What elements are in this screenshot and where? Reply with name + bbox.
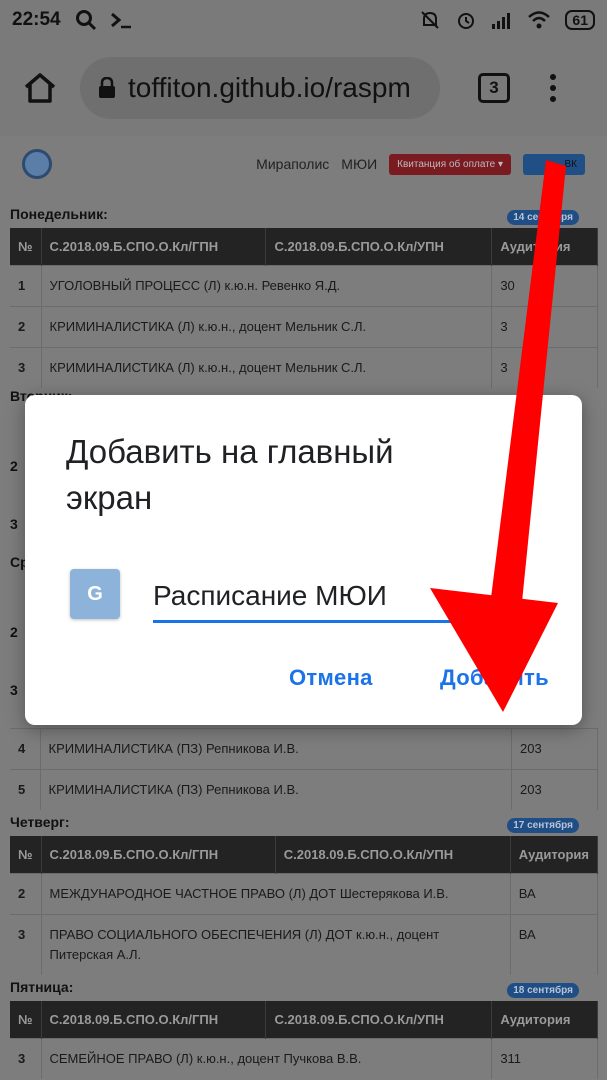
day-title-thursday: Четверг:: [10, 814, 70, 830]
row-num: 2: [10, 458, 18, 474]
battery-icon: 61: [565, 10, 595, 30]
table-row: 1 УГОЛОВНЫЙ ПРОЦЕСС (Л) к.ю.н. Ревенко Я…: [10, 265, 598, 307]
dialog-title: Добавить на главный экран: [66, 433, 394, 516]
table-row: 3 ПРАВО СОЦИАЛЬНОГО ОБЕСПЕЧЕНИЯ (Л) ДОТ …: [10, 914, 599, 975]
vk-button[interactable]: ВК: [523, 153, 585, 175]
app-icon: G: [70, 569, 120, 619]
date-badge-monday: 14 сентября: [507, 210, 579, 225]
day-title-friday: Пятница:: [10, 979, 74, 995]
header-group2: С.2018.09.Б.СПО.О.Кл/УПН: [275, 836, 511, 874]
header-group2: С.2018.09.Б.СПО.О.Кл/УПН: [265, 1001, 493, 1039]
alarm-icon: [458, 13, 475, 29]
header-room: Аудитория: [491, 228, 598, 266]
header-num: №: [10, 228, 42, 266]
signal-icon: [492, 13, 511, 29]
site-nav: Мираполис МЮИ Квитанция об оплате ▾ ВК: [0, 136, 607, 192]
schedule-table-thursday: № С.2018.09.Б.СПО.О.Кл/ГПН С.2018.09.Б.С…: [10, 836, 599, 975]
address-bar[interactable]: toffiton.github.io/raspm: [80, 57, 440, 119]
schedule-table-wednesday: 4 КРИМИНАЛИСТИКА (ПЗ) Репникова И.В. 203…: [10, 728, 598, 810]
search-icon: [75, 10, 96, 31]
table-row: 2 КРИМИНАЛИСТИКА (Л) к.ю.н., доцент Мель…: [10, 306, 598, 348]
lock-icon: [99, 77, 115, 98]
tabs-button[interactable]: 3: [478, 73, 510, 103]
row-num: 3: [10, 682, 18, 698]
url-text: toffiton.github.io/raspm: [128, 72, 411, 103]
date-badge-friday: 18 сентября: [507, 983, 579, 998]
shortcut-name-input[interactable]: [153, 567, 463, 623]
status-time: 22:54: [12, 9, 61, 30]
header-room: Аудитория: [510, 836, 599, 874]
header-group1: С.2018.09.Б.СПО.О.Кл/ГПН: [41, 836, 276, 874]
home-icon: [24, 73, 56, 103]
header-num: №: [10, 836, 42, 874]
nav-link-mui[interactable]: МЮИ: [341, 156, 377, 172]
table-row: 5 КРИМИНАЛИСТИКА (ПЗ) Репникова И.В. 203: [10, 769, 598, 810]
add-to-home-dialog: Добавить на главный экран G Отмена Добав…: [25, 395, 582, 725]
browser-toolbar: toffiton.github.io/raspm 3: [0, 40, 607, 136]
table-row: 2 МЕЖДУНАРОДНОЕ ЧАСТНОЕ ПРАВО (Л) ДОТ Ше…: [10, 873, 599, 915]
day-title-monday: Понедельник:: [10, 206, 108, 222]
schedule-table-friday: № С.2018.09.Б.СПО.О.Кл/ГПН С.2018.09.Б.С…: [10, 1001, 598, 1079]
schedule-table-monday: № С.2018.09.Б.СПО.О.Кл/ГПН С.2018.09.Б.С…: [10, 228, 598, 388]
status-bar: 22:54 61: [0, 0, 607, 40]
header-num: №: [10, 1001, 42, 1039]
table-row: 3 КРИМИНАЛИСТИКА (Л) к.ю.н., доцент Мель…: [10, 347, 598, 388]
wifi-icon: [528, 11, 551, 29]
cancel-button[interactable]: Отмена: [289, 665, 373, 691]
mute-icon: [421, 11, 440, 29]
terminal-icon: [110, 12, 131, 29]
add-button[interactable]: Добавить: [440, 665, 549, 691]
row-num: 3: [10, 516, 18, 532]
home-button[interactable]: [14, 62, 66, 114]
header-room: Аудитория: [491, 1001, 598, 1039]
receipt-button[interactable]: Квитанция об оплате ▾: [389, 153, 511, 175]
more-vert-icon[interactable]: [548, 74, 558, 102]
nav-link-mirapolis[interactable]: Мираполис: [256, 156, 329, 172]
table-row: 3 СЕМЕЙНОЕ ПРАВО (Л) к.ю.н., доцент Пучк…: [10, 1038, 598, 1079]
header-group1: С.2018.09.Б.СПО.О.Кл/ГПН: [41, 228, 267, 266]
header-group1: С.2018.09.Б.СПО.О.Кл/ГПН: [41, 1001, 267, 1039]
site-logo[interactable]: [22, 149, 52, 179]
row-num: 2: [10, 624, 18, 640]
header-group2: С.2018.09.Б.СПО.О.Кл/УПН: [265, 228, 493, 266]
date-badge-thursday: 17 сентября: [507, 818, 579, 833]
table-row: 4 КРИМИНАЛИСТИКА (ПЗ) Репникова И.В. 203: [10, 728, 598, 770]
